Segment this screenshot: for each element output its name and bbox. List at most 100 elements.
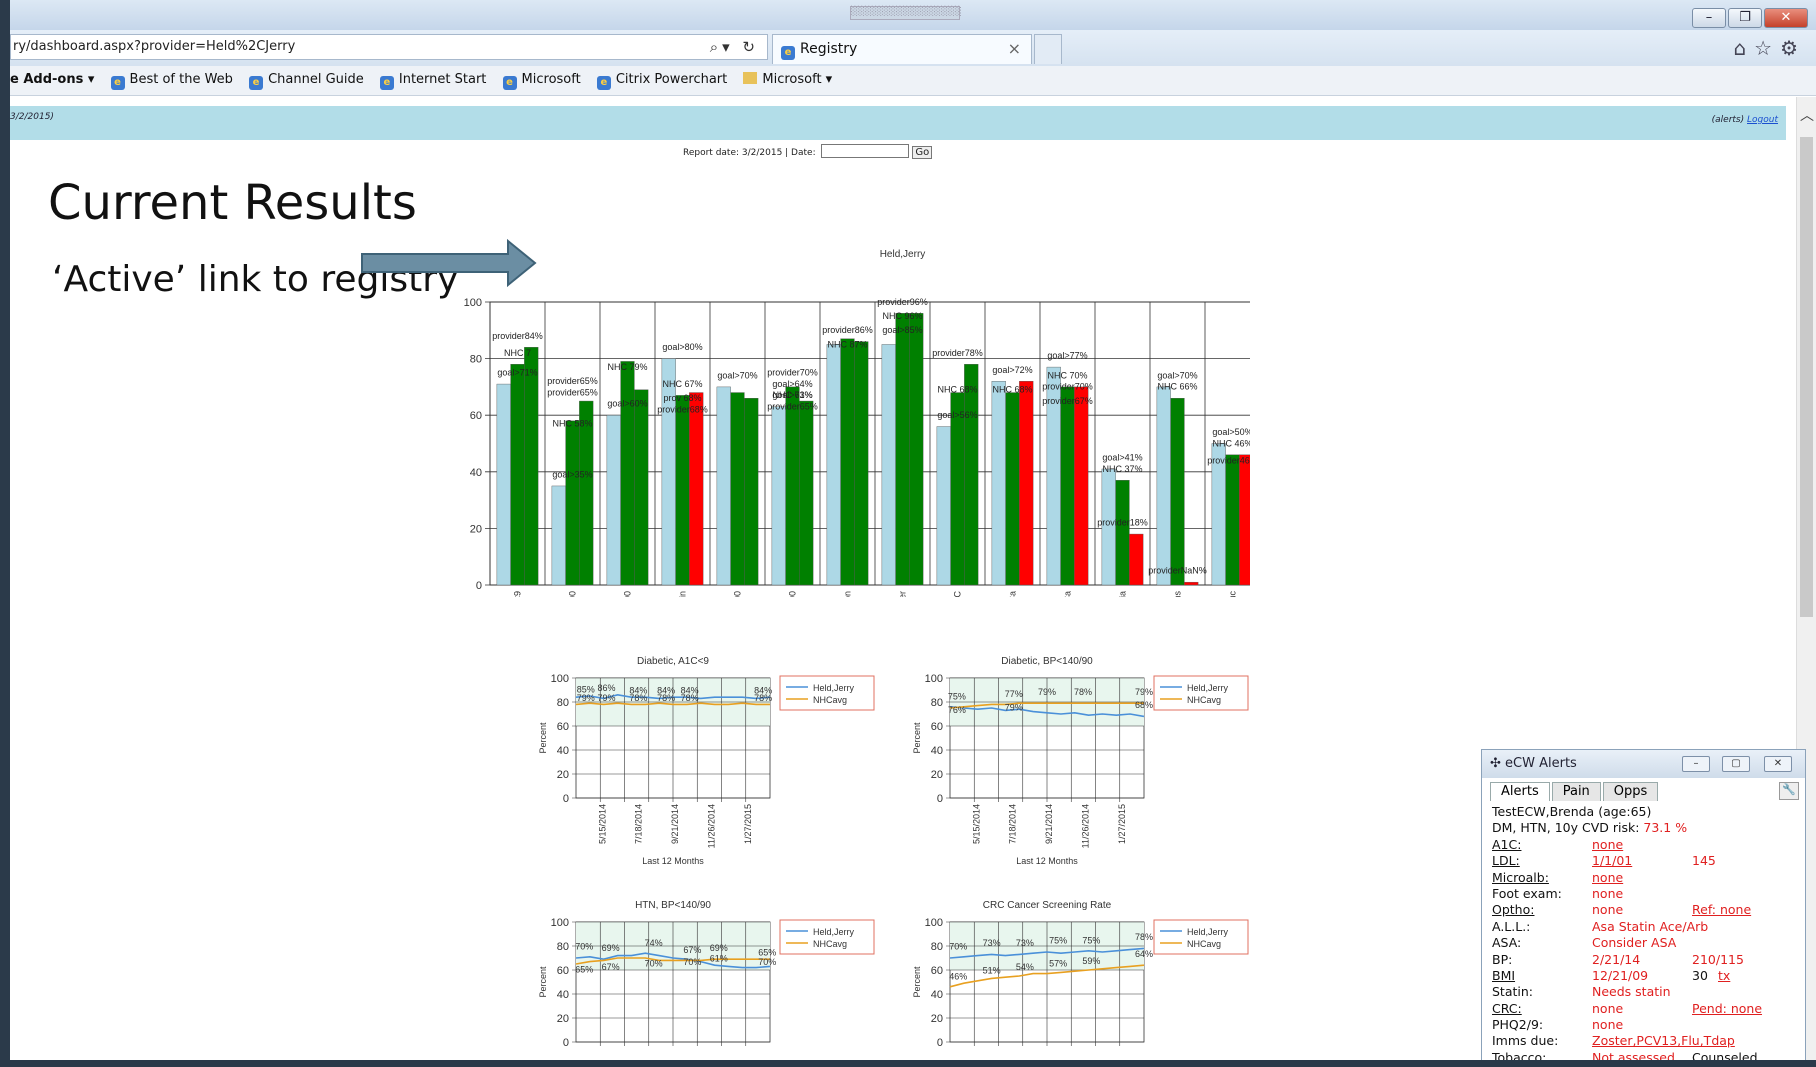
point-label: 79% (1038, 687, 1056, 697)
point-label: 70% (683, 957, 701, 967)
alert-value[interactable]: Zoster,PCV13,Flu,Tdap (1592, 1033, 1735, 1048)
close-button[interactable]: ✕ (1764, 8, 1808, 28)
y-tick-label: 20 (931, 769, 943, 781)
data-label: provider68% (657, 404, 708, 414)
data-label: goal>72% (992, 365, 1032, 375)
data-label: NHC 68% (937, 385, 977, 395)
y-tick-label: 80 (931, 941, 943, 953)
alert-label[interactable]: LDL: (1492, 853, 1520, 868)
alert-row: CRC: none Pend: none (1492, 1001, 1802, 1017)
alert-row: Foot exam: none (1492, 886, 1802, 902)
drag-handle[interactable]: ░░░░░░░░░░░░░░░░ (850, 6, 962, 20)
alert-value: Asa Statin Ace/Arb (1592, 918, 1709, 934)
y-tick-label: 60 (931, 965, 943, 977)
bar-provider (1129, 533, 1144, 586)
y-tick-label: 40 (557, 989, 569, 1001)
point-label: 79% (597, 693, 615, 703)
favorite-link[interactable]: e Channel Guide (249, 66, 364, 94)
y-axis-label: Percent (912, 966, 922, 998)
favorite-link[interactable]: e Citrix Powerchart (596, 66, 727, 94)
tab-pain[interactable]: Pain (1551, 782, 1601, 801)
minimize-button[interactable]: – (1692, 8, 1726, 28)
bar-provider (1239, 454, 1250, 586)
alert-label[interactable]: Microalb: (1492, 870, 1549, 885)
favorite-link[interactable]: e Microsoft (502, 66, 581, 94)
bar-NHC (895, 313, 910, 586)
data-label: NHC 66% (1157, 382, 1197, 392)
ie-icon: e (249, 76, 264, 90)
alert-value[interactable]: none (1592, 870, 1623, 885)
alerts-close-button[interactable]: ✕ (1764, 756, 1792, 772)
favorite-folder[interactable]: Microsoft ▾ (743, 66, 832, 94)
alert-value[interactable]: 1/1/01 (1592, 853, 1632, 868)
x-tick-label: Persistent asthma on controller (898, 591, 908, 597)
alerts-link[interactable]: (alerts) (1712, 115, 1745, 125)
y-tick-label: 100 (925, 673, 943, 685)
tab-title: Registry (800, 41, 858, 57)
maximize-button[interactable]: ❐ (1728, 8, 1762, 28)
y-tick-label: 40 (557, 745, 569, 757)
addons-menu[interactable]: e Add-ons ▾ (10, 66, 94, 94)
alert-label: Statin: (1492, 984, 1534, 1000)
y-axis-label: Percent (538, 966, 548, 998)
x-tick-label: Cervical Ca (1063, 591, 1073, 597)
bar-NHC (1005, 392, 1020, 586)
point-label: 61% (710, 954, 728, 964)
data-label: goal>77% (1047, 351, 1087, 361)
point-label: 73% (1016, 938, 1034, 948)
alert-value: none (1592, 1000, 1624, 1016)
tab-close-icon[interactable]: × (1008, 35, 1021, 63)
screen: ░░░░░░░░░░░░░░░░ – ❐ ✕ ry/dashboard.aspx… (0, 0, 1816, 1067)
x-tick-label: Breast Ca (1008, 591, 1018, 597)
logout-link[interactable]: Logout (1747, 115, 1778, 125)
alerts-restore-button[interactable]: ▢ (1722, 756, 1750, 772)
alert-row: Imms due: Zoster,PCV13,Flu,Tdap (1492, 1033, 1802, 1049)
search-refresh-icons[interactable]: ⌕▾ ↻ (710, 35, 759, 59)
x-tick-label: 1/27/2015 (743, 804, 753, 844)
data-label: goal>70% (1157, 370, 1197, 380)
ie-icon: e (781, 46, 795, 60)
new-tab-button[interactable] (1034, 34, 1062, 64)
bar-NHC (1115, 480, 1130, 586)
favorite-link[interactable]: e Internet Start (379, 66, 486, 94)
point-label: 70% (575, 942, 593, 952)
tab-alerts[interactable]: Alerts (1490, 782, 1550, 801)
address-bar[interactable]: ry/dashboard.aspx?provider=Held%2CJerry … (10, 34, 768, 60)
data-label: provider67% (1042, 396, 1093, 406)
alert-value[interactable]: none (1592, 837, 1623, 852)
data-label: goal>80% (662, 342, 702, 352)
alert-label[interactable]: BMI (1492, 968, 1515, 983)
legend-label: NHCavg (1187, 939, 1221, 949)
dx-text: DM, HTN, 10y CVD risk: (1492, 820, 1644, 836)
tab-registry[interactable]: e Registry × (772, 34, 1032, 64)
scroll-up-icon[interactable]: ︿ (1800, 105, 1814, 125)
point-label: 76% (948, 705, 966, 715)
scroll-thumb[interactable] (1800, 137, 1813, 617)
home-star-gear-icons[interactable]: ⌂☆⚙ (1733, 36, 1806, 60)
alert-label[interactable]: CRC: (1492, 1001, 1522, 1016)
alert-label[interactable]: Optho: (1492, 902, 1534, 917)
point-label: 78% (754, 693, 772, 703)
chart-title: Held,Jerry (880, 249, 926, 260)
favorite-link[interactable]: e Best of the Web (110, 66, 233, 94)
date-input[interactable] (821, 144, 910, 158)
data-label: goal>85% (882, 325, 922, 335)
bar-NHC (510, 364, 525, 586)
tab-opps[interactable]: Opps (1602, 782, 1659, 801)
alerts-minimize-button[interactable]: – (1682, 756, 1710, 772)
point-label: 78% (1135, 932, 1153, 942)
data-label: provider84% (492, 331, 543, 341)
alert-label[interactable]: A1C: (1492, 837, 1521, 852)
chart-title: CRC Cancer Screening Rate (983, 900, 1112, 911)
chart-title: Diabetic, BP<140/90 (1001, 656, 1093, 667)
data-label: provider70% (1042, 382, 1093, 392)
alerts-title-bar[interactable]: ✣ eCW Alerts – ▢ ✕ (1482, 750, 1805, 778)
data-label: goal>64% (772, 379, 812, 389)
alert-extra[interactable]: Pend: none (1692, 1001, 1762, 1016)
point-label: 78% (629, 693, 647, 703)
y-tick-label: 20 (557, 1013, 569, 1025)
wrench-icon[interactable]: 🔧 (1779, 782, 1799, 800)
x-tick-label: Anti-Psy Gluc (1228, 591, 1238, 597)
bmi-tx-link[interactable]: tx (1718, 968, 1730, 983)
alert-extra[interactable]: Ref: none (1692, 902, 1751, 917)
